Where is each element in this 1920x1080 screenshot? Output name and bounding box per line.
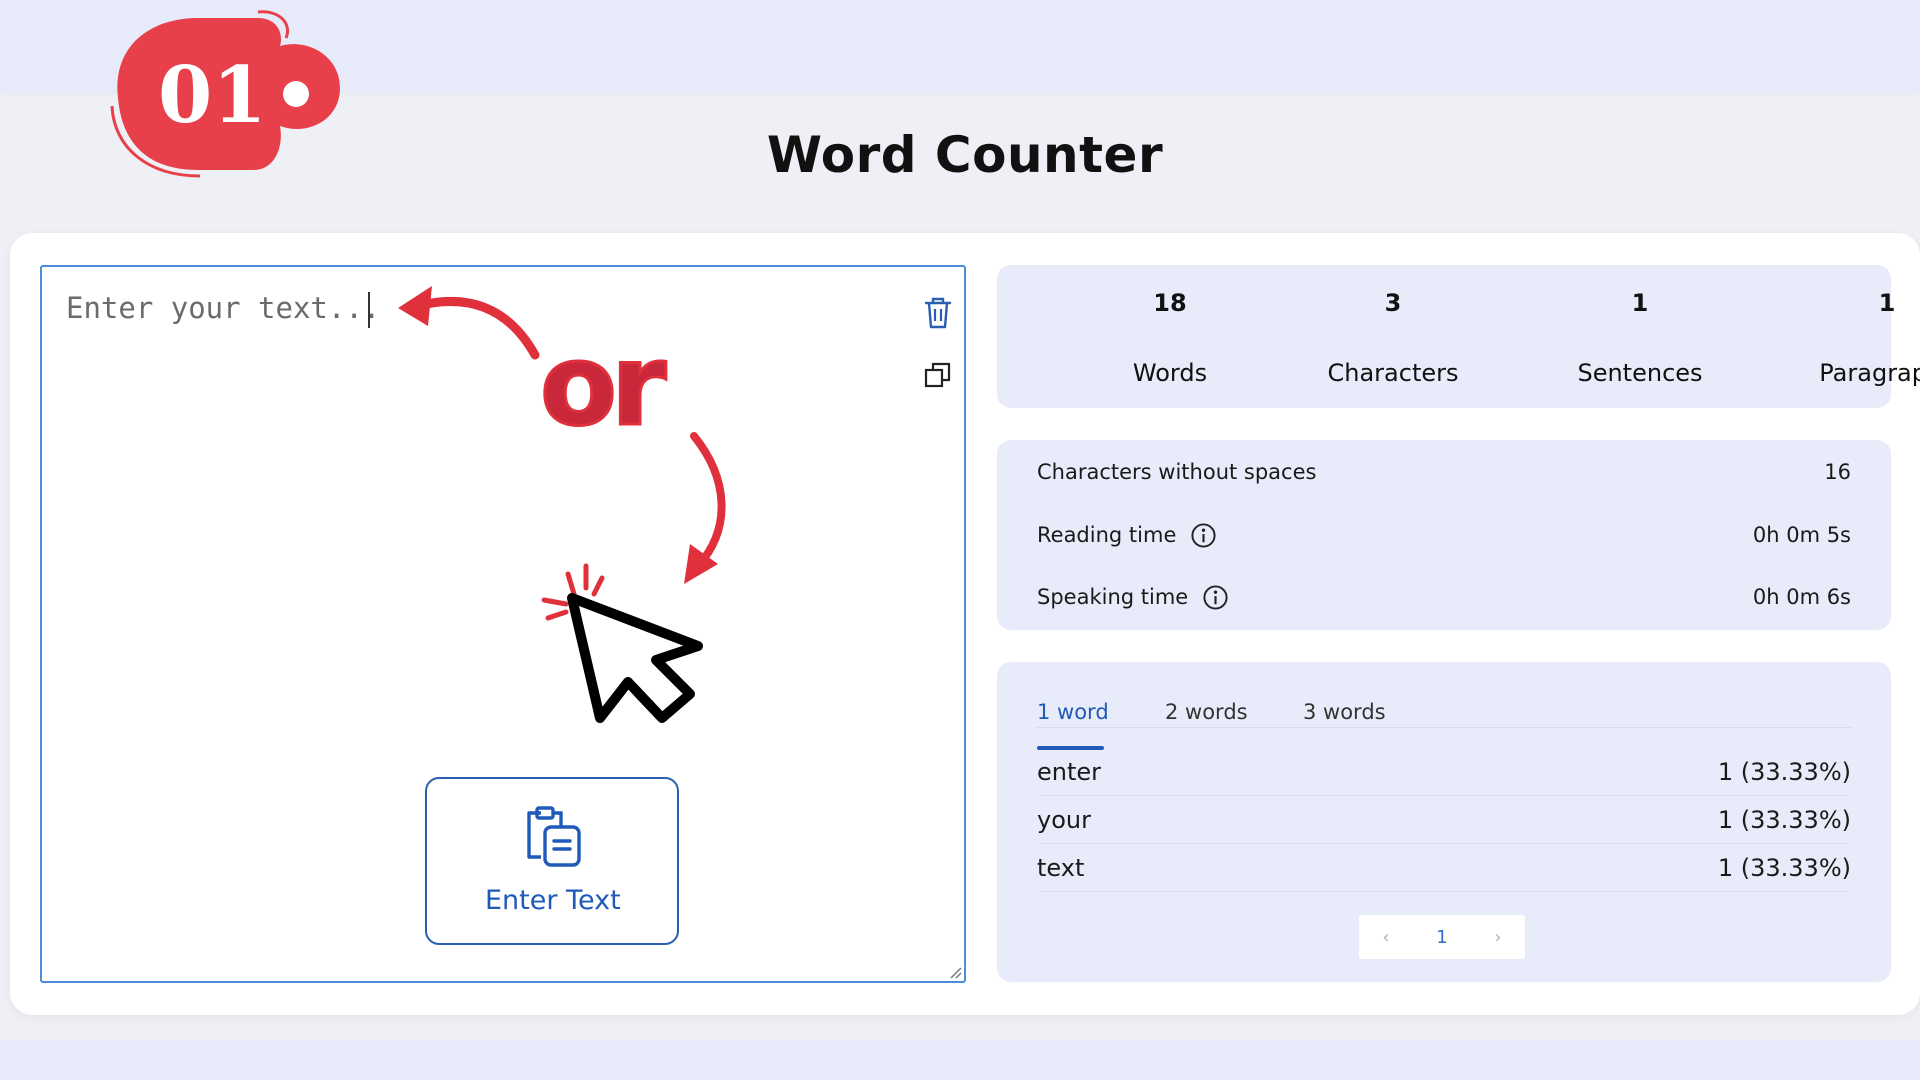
keyword: text xyxy=(1037,853,1085,882)
enter-text-button[interactable]: Enter Text xyxy=(425,777,679,945)
density-tabs: 1 word 2 words 3 words xyxy=(1037,680,1851,750)
stats-summary: 18 Words 3 Characters 1 Sentences 1 Para… xyxy=(997,265,1920,408)
keyword: your xyxy=(1037,805,1091,834)
tab-1-word[interactable]: 1 word xyxy=(1037,700,1109,724)
copy-icon xyxy=(924,362,951,388)
info-icon[interactable] xyxy=(1190,522,1217,549)
current-page[interactable]: 1 xyxy=(1436,927,1447,948)
stat-value: 18 xyxy=(1153,289,1187,317)
keyword: enter xyxy=(1037,757,1102,786)
detail-row-speaking-time: Speaking time 0h 0m 6s xyxy=(1037,577,1851,617)
stat-label: Sentences xyxy=(1577,359,1703,387)
detail-value: 0h 0m 6s xyxy=(1752,585,1851,609)
keyword-count: 1 (33.33%) xyxy=(1717,757,1851,786)
clear-text-button[interactable] xyxy=(918,293,958,333)
info-icon[interactable] xyxy=(1202,584,1229,611)
tab-2-words[interactable]: 2 words xyxy=(1165,700,1248,724)
resize-grip-icon[interactable] xyxy=(948,965,962,979)
detail-label: Reading time xyxy=(1037,523,1177,547)
list-item: text 1 (33.33%) xyxy=(1037,844,1851,892)
trash-icon xyxy=(924,297,952,329)
stat-sentences: 1 Sentences xyxy=(1540,289,1740,387)
stat-words: 18 Words xyxy=(1070,289,1270,387)
detail-value: 16 xyxy=(1824,460,1851,484)
next-page-button[interactable]: › xyxy=(1494,927,1501,948)
keyword-count: 1 (33.33%) xyxy=(1717,805,1851,834)
text-input-area[interactable]: Enter your text... Enter Text xyxy=(40,265,966,983)
stat-paragraphs: 1 Paragraphs xyxy=(1787,289,1920,387)
stat-label: Characters xyxy=(1327,359,1459,387)
stat-value: 3 xyxy=(1384,289,1402,317)
stat-label: Paragraphs xyxy=(1819,359,1920,387)
copy-text-button[interactable] xyxy=(918,355,958,395)
stat-value: 1 xyxy=(1878,289,1896,317)
detail-row-characters-without-spaces: Characters without spaces 16 xyxy=(1037,452,1851,492)
text-caret xyxy=(368,292,370,328)
keyword-count: 1 (33.33%) xyxy=(1717,853,1851,882)
keyword-density-panel: 1 word 2 words 3 words enter 1 (33.33%) … xyxy=(997,662,1891,982)
page-title: Word Counter xyxy=(766,126,1164,184)
list-item: enter 1 (33.33%) xyxy=(1037,748,1851,796)
list-item: your 1 (33.33%) xyxy=(1037,796,1851,844)
enter-text-label: Enter Text xyxy=(485,885,621,916)
detail-label: Speaking time xyxy=(1037,585,1189,609)
stat-characters: 3 Characters xyxy=(1293,289,1493,387)
prev-page-button[interactable]: ‹ xyxy=(1382,927,1389,948)
stat-value: 1 xyxy=(1631,289,1649,317)
tab-3-words[interactable]: 3 words xyxy=(1303,700,1386,724)
text-placeholder: Enter your text... xyxy=(66,291,381,325)
detail-row-reading-time: Reading time 0h 0m 5s xyxy=(1037,515,1851,555)
paste-icon xyxy=(527,806,581,867)
detail-value: 0h 0m 5s xyxy=(1752,523,1851,547)
pagination: ‹ 1 › xyxy=(1359,915,1525,959)
details-panel: Characters without spaces 16 Reading tim… xyxy=(997,440,1891,630)
detail-label: Characters without spaces xyxy=(1037,460,1317,484)
bottom-band xyxy=(0,1040,1920,1080)
stat-label: Words xyxy=(1132,359,1208,387)
